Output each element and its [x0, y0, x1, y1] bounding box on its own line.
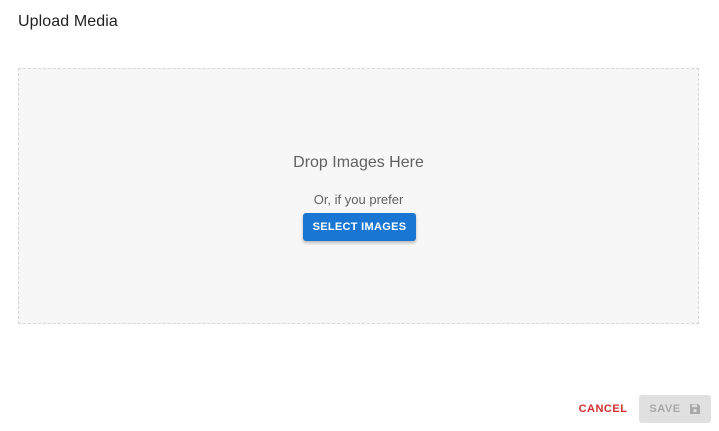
save-button[interactable]: SAVE: [639, 395, 711, 423]
dropzone-title: Drop Images Here: [293, 154, 424, 171]
floppy-disk-icon: [689, 403, 701, 415]
cancel-button[interactable]: CANCEL: [571, 396, 635, 422]
save-button-label: SAVE: [649, 403, 681, 415]
dialog-title: Upload Media: [18, 13, 118, 30]
upload-media-dialog: Upload Media Drop Images Here Or, if you…: [0, 0, 719, 431]
dropzone-subtitle: Or, if you prefer: [313, 192, 404, 207]
image-dropzone[interactable]: Drop Images Here Or, if you prefer SELEC…: [18, 68, 699, 324]
select-images-button[interactable]: SELECT IMAGES: [303, 213, 416, 241]
